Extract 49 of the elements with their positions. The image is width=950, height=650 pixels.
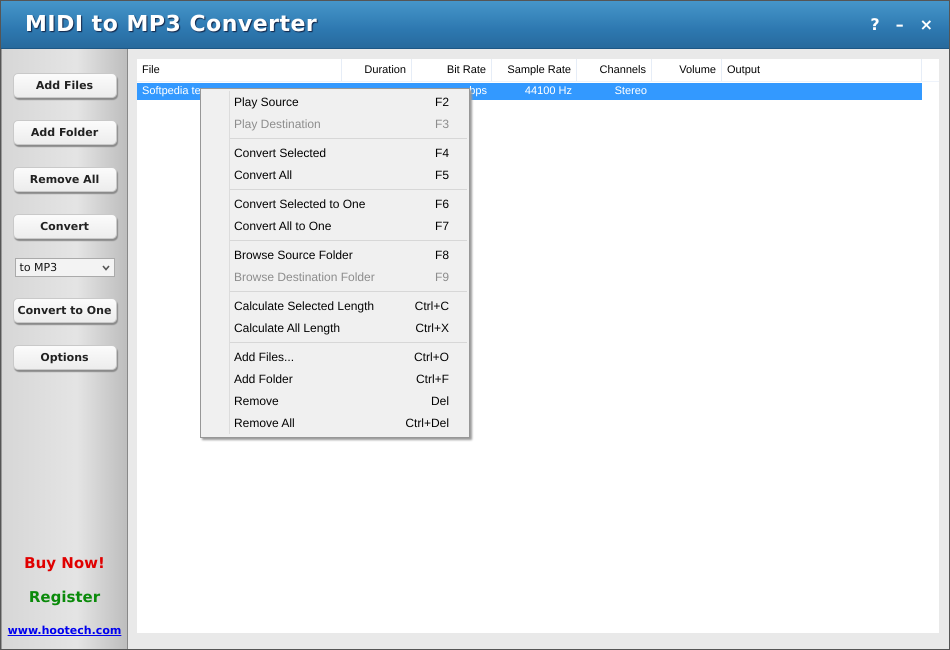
shortcut-label: Ctrl+X bbox=[415, 320, 449, 337]
shortcut-label: Ctrl+O bbox=[414, 349, 449, 366]
shortcut-label: F5 bbox=[434, 167, 449, 184]
sidebar-button[interactable]: Convert to One bbox=[12, 298, 116, 323]
column-header[interactable]: Channels bbox=[577, 59, 652, 81]
table-cell: Stereo bbox=[614, 85, 647, 97]
table-cell: 44100 Hz bbox=[524, 85, 572, 97]
table-cell: bps bbox=[469, 85, 487, 97]
menu-item[interactable]: Add Folder Ctrl+F bbox=[230, 368, 467, 390]
shortcut-label: F4 bbox=[434, 145, 449, 162]
sidebar-button[interactable]: Convert bbox=[12, 214, 116, 239]
menu-item[interactable]: Convert All to One F7 bbox=[230, 215, 467, 237]
sidebar-button[interactable]: Add Files bbox=[12, 73, 116, 98]
menu-item[interactable]: Calculate Selected Length Ctrl+C bbox=[230, 295, 467, 317]
menu-item[interactable]: Convert Selected to One F6 bbox=[230, 193, 467, 215]
menu-item[interactable]: Convert Selected F4 bbox=[230, 142, 467, 164]
shortcut-label: F6 bbox=[434, 196, 449, 213]
shortcut-label: Del bbox=[430, 393, 449, 410]
window-title: MIDI to MP3 Converter bbox=[25, 12, 318, 37]
chevron-down-icon bbox=[102, 264, 110, 270]
column-header[interactable]: Output bbox=[722, 59, 922, 81]
help-button[interactable]: ? bbox=[868, 15, 882, 34]
shortcut-label: Ctrl+C bbox=[414, 298, 449, 315]
menu-item[interactable]: Remove All Ctrl+Del bbox=[230, 412, 467, 434]
column-header[interactable]: File bbox=[137, 59, 342, 81]
sidebar-button[interactable]: Options bbox=[12, 345, 116, 370]
format-dropdown[interactable]: to MP3 bbox=[14, 258, 114, 277]
column-header[interactable]: Volume bbox=[652, 59, 722, 81]
menu-item[interactable]: Calculate All Length Ctrl+X bbox=[230, 317, 467, 339]
menu-item[interactable]: Remove Del bbox=[230, 390, 467, 412]
shortcut-label: F8 bbox=[434, 247, 449, 264]
column-header[interactable]: Duration bbox=[342, 59, 412, 81]
column-header[interactable]: Sample Rate bbox=[492, 59, 577, 81]
shortcut-label: Ctrl+Del bbox=[405, 415, 449, 432]
shortcut-label: F7 bbox=[434, 218, 449, 235]
shortcut-label: Ctrl+F bbox=[416, 371, 449, 388]
shortcut-label: F9 bbox=[434, 269, 449, 286]
menu-item[interactable]: Add Files... Ctrl+O bbox=[230, 346, 467, 368]
menu-item[interactable]: Convert All F5 bbox=[230, 164, 467, 186]
buy-now-link[interactable]: Buy Now! bbox=[24, 554, 105, 572]
minimize-button[interactable]: – bbox=[894, 15, 906, 34]
column-header[interactable]: Bit Rate bbox=[412, 59, 492, 81]
menu-item[interactable]: Browse Source Folder F8 bbox=[230, 244, 467, 266]
table-cell: Softpedia te bbox=[142, 85, 201, 97]
sidebar-button[interactable]: Remove All bbox=[12, 167, 116, 192]
sidebar-button[interactable]: Add Folder bbox=[12, 120, 116, 145]
website-link[interactable]: www.hootech.com bbox=[8, 624, 122, 637]
close-button[interactable]: × bbox=[918, 15, 935, 34]
shortcut-label: F3 bbox=[434, 116, 449, 133]
